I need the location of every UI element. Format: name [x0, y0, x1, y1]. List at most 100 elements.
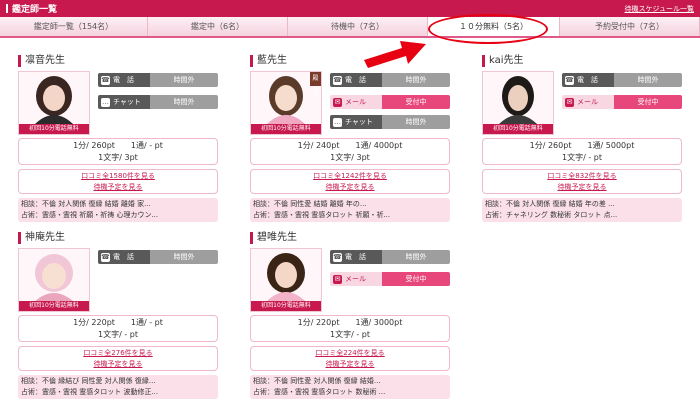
mail-button[interactable]: ✉ メール 受付中 — [330, 95, 450, 109]
review-box: 口コミ全1242件を見る 待機予定を見る — [250, 169, 450, 194]
phone-status: 時間外 — [382, 73, 450, 87]
advisor-photo[interactable]: 初回10分電話無料 — [18, 71, 90, 135]
price-line1: 1分/ 260pt 1通/ 5000pt — [529, 141, 635, 150]
chat-status: 時間外 — [382, 115, 450, 129]
schedule-link[interactable]: 待機予定を見る — [483, 182, 681, 193]
advisor-photo[interactable]: 初回10分電話無料 — [482, 71, 554, 135]
method-genres: 占術：チャネリング 数秘術 タロット 点... — [485, 211, 618, 219]
first-free-badge: 初回10分電話無料 — [483, 124, 553, 134]
method-genres: 占術：霊感・霊視 霊感タロット 波動修正... — [21, 388, 159, 396]
price-box: 1分/ 240pt 1通/ 4000pt 1文字/ 3pt — [250, 138, 450, 165]
phone-icon: ☎ — [565, 75, 574, 85]
method-genres: 占術：霊感・霊視 祈願・祈祷 心理カウン... — [21, 211, 159, 219]
price-line2: 1文字/ 3pt — [98, 153, 138, 162]
advisor-name[interactable]: 藍先生 — [250, 55, 287, 67]
tab-all-advisors[interactable]: 鑑定師一覧（154名） — [0, 17, 148, 36]
phone-button[interactable]: ☎ 電 話 時間外 — [98, 73, 218, 87]
chat-button[interactable]: … チャット 時間外 — [330, 115, 450, 129]
price-box: 1分/ 220pt 1通/ 3000pt 1文字/ - pt — [250, 315, 450, 342]
avatar — [265, 76, 307, 126]
consult-genres: 相談：不倫 同性愛 対人関係 復縁 結婚... — [253, 377, 381, 385]
price-box: 1分/ 220pt 1通/ - pt 1文字/ - pt — [18, 315, 218, 342]
price-line2: 1文字/ - pt — [98, 330, 138, 339]
phone-button[interactable]: ☎ 電 話 時間外 — [98, 250, 218, 264]
mail-button[interactable]: ✉ メール 受付中 — [562, 95, 682, 109]
avatar — [33, 76, 75, 126]
tab-bar: 鑑定師一覧（154名） 鑑定中（6名） 待機中（7名） １０分無料（5名） 予約… — [0, 17, 700, 38]
advisor-photo[interactable]: 初回10分電話無料 — [250, 248, 322, 312]
method-genres: 占術：霊感・霊視 霊感タロット 祈願・祈... — [253, 211, 391, 219]
reviews-link[interactable]: 口コミ全1580件を見る — [19, 171, 217, 182]
price-line1: 1分/ 220pt 1通/ - pt — [73, 318, 163, 327]
header-bar: 鑑定師一覧 待機スケジュール一覧 — [0, 0, 700, 17]
advisor-photo[interactable]: 殿堂 初回10分電話無料 — [250, 71, 322, 135]
avatar — [265, 253, 307, 303]
consult-genres: 相談：不倫 縁結び 同性愛 対人関係 復縁... — [21, 377, 156, 385]
genre-box: 相談：不倫 縁結び 同性愛 対人関係 復縁... 占術：霊感・霊視 霊感タロット… — [18, 375, 218, 399]
phone-status: 時間外 — [382, 250, 450, 264]
highlight-circle — [428, 14, 548, 44]
annotation-arrow-icon — [364, 41, 426, 68]
genre-box: 相談：不倫 対人関係 復縁 結婚 離婚 家... 占術：霊感・霊視 祈願・祈祷 … — [18, 198, 218, 222]
review-box: 口コミ全1580件を見る 待機予定を見る — [18, 169, 218, 194]
schedule-link[interactable]: 待機予定を見る — [251, 182, 449, 193]
phone-status: 時間外 — [614, 73, 682, 87]
chat-icon: … — [333, 117, 342, 127]
consult-genres: 相談：不倫 対人関係 復縁 結婚 年の差 ... — [485, 200, 615, 208]
price-line1: 1分/ 260pt 1通/ - pt — [73, 141, 163, 150]
genre-box: 相談：不倫 対人関係 復縁 結婚 年の差 ... 占術：チャネリング 数秘術 タ… — [482, 198, 682, 222]
chat-button[interactable]: … チャット 時間外 — [98, 95, 218, 109]
price-line2: 1文字/ - pt — [330, 330, 370, 339]
genre-box: 相談：不倫 同性愛 結婚 離婚 年の... 占術：霊感・霊視 霊感タロット 祈願… — [250, 198, 450, 222]
method-genres: 占術：霊感・霊視 霊感タロット 数秘術 ... — [253, 388, 386, 396]
phone-icon: ☎ — [101, 75, 110, 85]
reviews-link[interactable]: 口コミ全276件を見る — [19, 348, 217, 359]
advisor-name[interactable]: 神庵先生 — [18, 232, 65, 244]
phone-status: 時間外 — [150, 250, 218, 264]
mail-icon: ✉ — [333, 97, 342, 107]
consult-genres: 相談：不倫 対人関係 復縁 結婚 離婚 家... — [21, 200, 151, 208]
price-line2: 1文字/ - pt — [562, 153, 602, 162]
review-box: 口コミ全224件を見る 待機予定を見る — [250, 346, 450, 371]
phone-button[interactable]: ☎ 電 話 時間外 — [330, 250, 450, 264]
price-line1: 1分/ 220pt 1通/ 3000pt — [297, 318, 403, 327]
price-line1: 1分/ 240pt 1通/ 4000pt — [297, 141, 403, 150]
mail-status: 受付中 — [614, 95, 682, 109]
phone-icon: ☎ — [333, 252, 342, 262]
mail-button[interactable]: ✉ メール 受付中 — [330, 272, 450, 286]
phone-icon: ☎ — [333, 75, 342, 85]
mail-icon: ✉ — [333, 274, 342, 284]
schedule-link[interactable]: 待機予定を見る — [19, 182, 217, 193]
reviews-link[interactable]: 口コミ全832件を見る — [483, 171, 681, 182]
price-box: 1分/ 260pt 1通/ 5000pt 1文字/ - pt — [482, 138, 682, 165]
chat-icon: … — [101, 97, 110, 107]
review-box: 口コミ全832件を見る 待機予定を見る — [482, 169, 682, 194]
reviews-link[interactable]: 口コミ全1242件を見る — [251, 171, 449, 182]
advisor-name[interactable]: kai先生 — [482, 55, 524, 67]
price-box: 1分/ 260pt 1通/ - pt 1文字/ 3pt — [18, 138, 218, 165]
phone-icon: ☎ — [101, 252, 110, 262]
advisor-name[interactable]: 凛音先生 — [18, 55, 65, 67]
avatar — [497, 76, 539, 126]
advisor-photo[interactable]: 初回10分電話無料 — [18, 248, 90, 312]
schedule-list-link[interactable]: 待機スケジュール一覧 — [624, 4, 694, 14]
schedule-link[interactable]: 待機予定を見る — [19, 359, 217, 370]
phone-button[interactable]: ☎ 電 話 時間外 — [330, 73, 450, 87]
tab-in-session[interactable]: 鑑定中（6名） — [148, 17, 288, 36]
phone-button[interactable]: ☎ 電 話 時間外 — [562, 73, 682, 87]
tab-standby[interactable]: 待機中（7名） — [288, 17, 428, 36]
rank-badge: 殿堂 — [310, 72, 321, 96]
mail-icon: ✉ — [565, 97, 574, 107]
review-box: 口コミ全276件を見る 待機予定を見る — [18, 346, 218, 371]
tab-reservation[interactable]: 予約受付中（7名） — [560, 17, 700, 36]
mail-status: 受付中 — [382, 272, 450, 286]
first-free-badge: 初回10分電話無料 — [19, 301, 89, 311]
first-free-badge: 初回10分電話無料 — [251, 301, 321, 311]
advisor-name[interactable]: 碧唯先生 — [250, 232, 297, 244]
genre-box: 相談：不倫 同性愛 対人関係 復縁 結婚... 占術：霊感・霊視 霊感タロット … — [250, 375, 450, 399]
first-free-badge: 初回10分電話無料 — [251, 124, 321, 134]
mail-status: 受付中 — [382, 95, 450, 109]
reviews-link[interactable]: 口コミ全224件を見る — [251, 348, 449, 359]
avatar — [33, 254, 75, 303]
schedule-link[interactable]: 待機予定を見る — [251, 359, 449, 370]
